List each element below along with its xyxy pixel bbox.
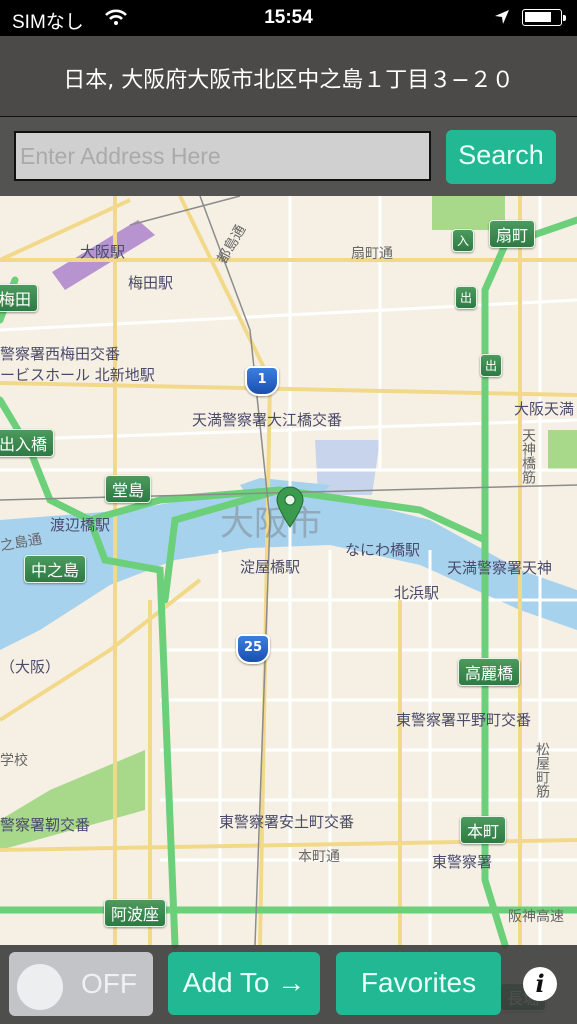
map-label: 大阪駅 [80,243,126,261]
map-label: ービスホール 北新地駅 [0,366,155,384]
highway-shield: 梅田 [0,284,39,312]
highway-shield: 出入橋 [0,429,55,457]
map-pin-icon[interactable] [276,486,304,528]
map-label: 天満警察署天神 [447,559,553,577]
battery-icon [522,9,566,26]
map-label: 渡辺橋駅 [50,516,111,534]
map-label: 本町通 [298,849,340,865]
info-icon[interactable]: i [523,967,557,1001]
search-bar: Search [0,117,577,196]
favorites-button[interactable]: Favorites [336,952,501,1015]
highway-shield: 扇町 [489,220,536,248]
location-arrow-icon [495,10,509,24]
map-label: なにわ橋駅 [345,541,421,559]
tracking-toggle[interactable]: OFF [9,952,153,1016]
toggle-label: OFF [81,968,137,999]
map-label: 東警察署平野町交番 [396,711,532,729]
address-search-input[interactable] [14,131,431,181]
highway-shield: 高麗橋 [458,658,521,686]
clock: 15:54 [264,7,313,28]
map-label: 北浜駅 [394,584,440,602]
map-label: 淀屋橋駅 [240,558,301,576]
highway-shield: 阿波座 [104,899,167,927]
highway-shield: 堂島 [105,475,152,503]
highway-shield: 出 [480,354,503,377]
toggle-knob[interactable] [17,964,63,1010]
park-area [548,430,577,470]
map-label: 東警察署安土町交番 [219,813,355,831]
search-button[interactable]: Search [446,130,556,184]
status-bar: SIMなし 15:54 [0,0,577,36]
map-label: 天神橋筋 [520,428,536,484]
current-address: 日本, 大阪府大阪市北区中之島１丁目３−２０ [63,68,514,93]
highway-shield: 入 [452,229,475,252]
map-label: 警察署靭交番 [0,816,91,834]
map-label: 梅田駅 [128,274,174,292]
map-label: 大阪天満 [514,400,575,418]
map-label: 松屋町筋 [534,742,550,798]
highway-shield: 出 [455,286,478,309]
map-label: 阪神高速 [508,909,564,925]
address-header: 日本, 大阪府大阪市北区中之島１丁目３−２０ [0,36,577,116]
city-label: 大阪市 [220,504,322,544]
highway-shield: 本町 [460,816,507,844]
map-label: 警察署西梅田交番 [0,345,121,363]
map-label: 扇町通 [351,246,393,262]
bottom-toolbar: OFF Add To → Favorites i [0,945,577,1024]
map-label: 学校 [0,753,28,769]
map-label: 東警察署 [432,853,493,871]
route-shield: 1 [245,366,279,396]
highway-shield: 中之島 [24,555,87,583]
map-label: （大阪） [0,658,61,676]
add-to-button[interactable]: Add To → [168,952,320,1015]
map-label: 天満警察署大江橋交番 [192,411,343,429]
route-shield: 25 [236,634,270,664]
